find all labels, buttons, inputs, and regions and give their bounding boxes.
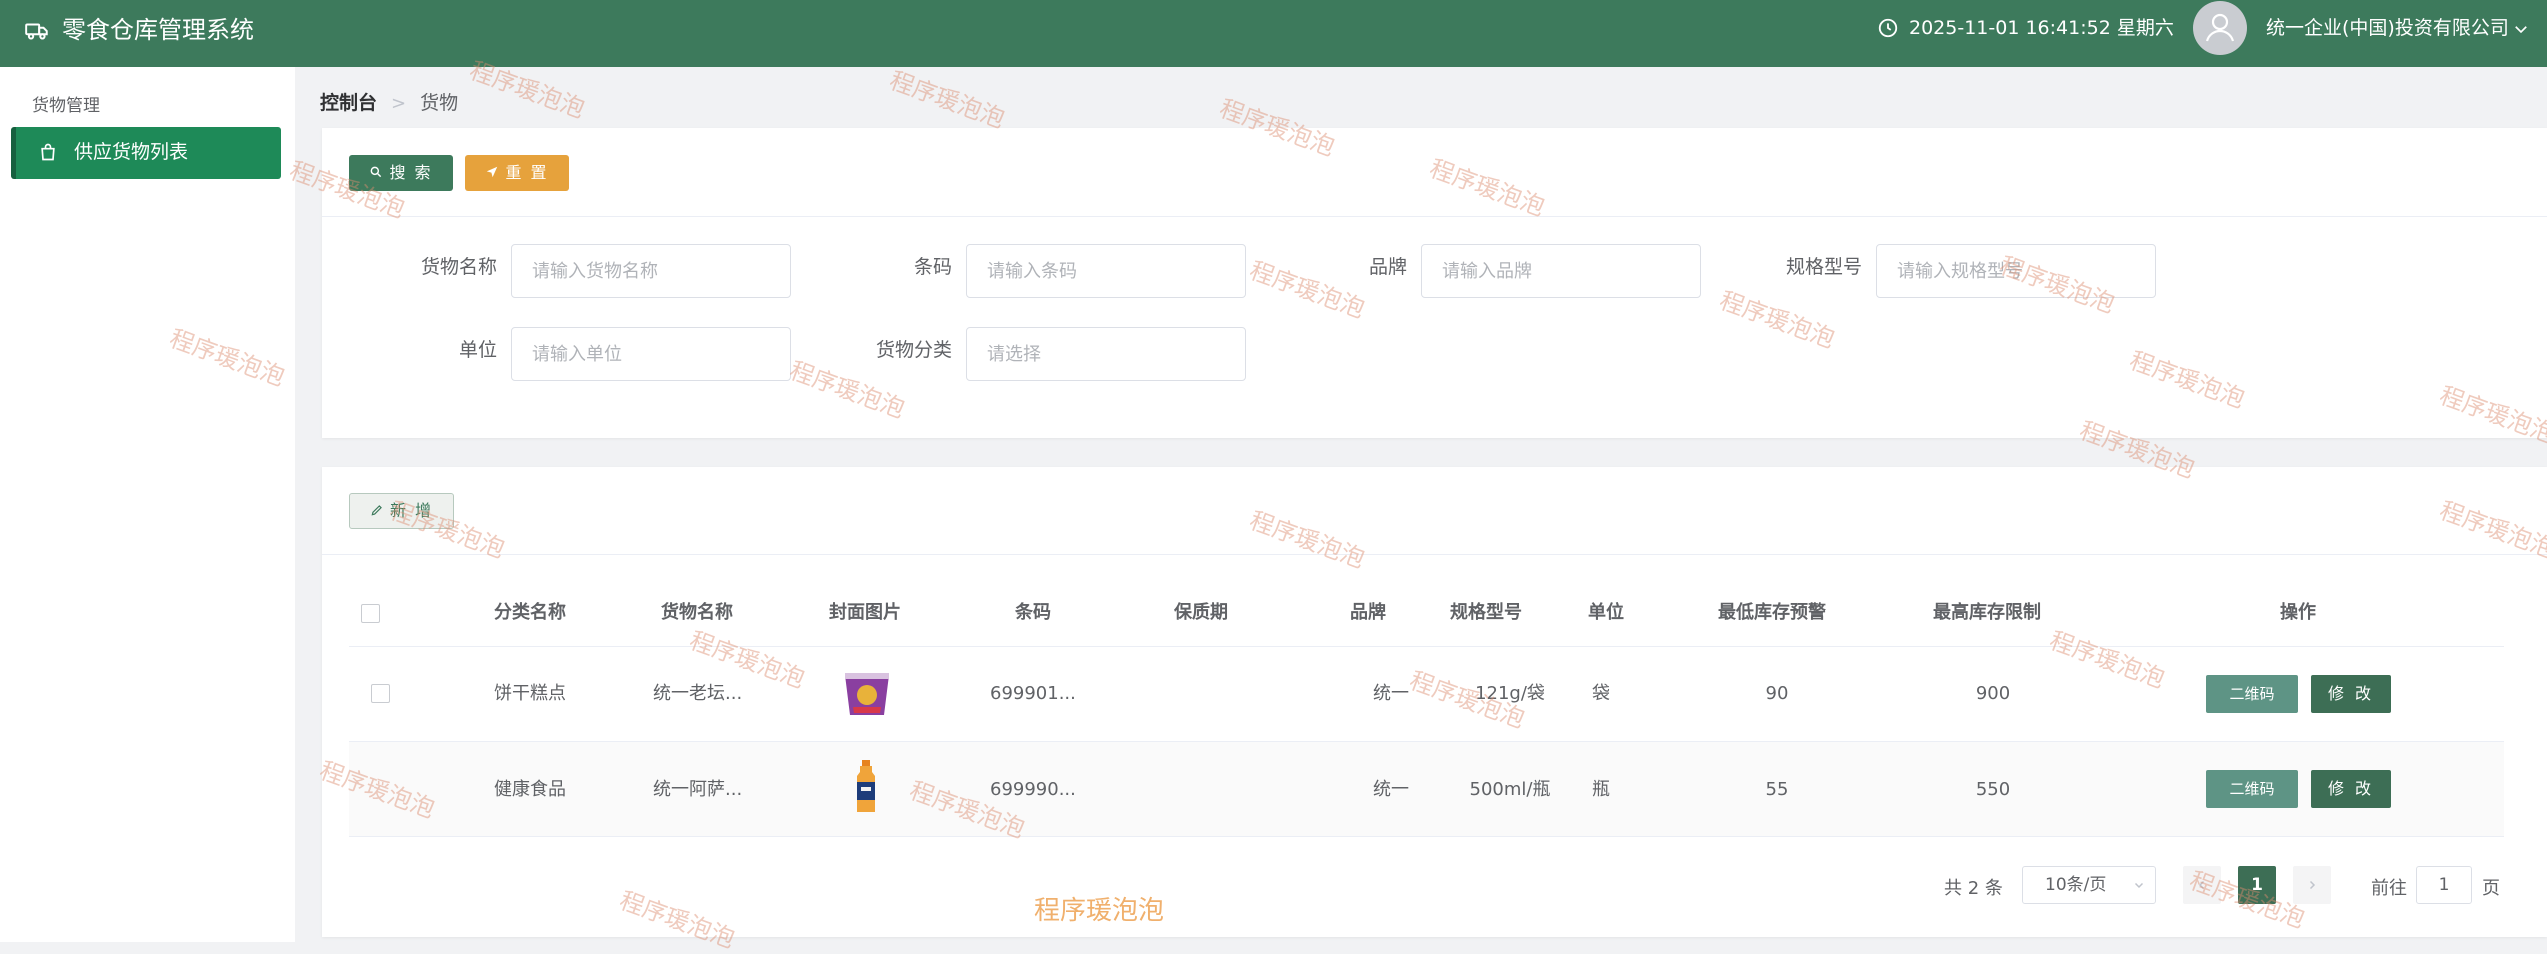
reset-button[interactable]: 重 置 — [465, 155, 569, 191]
cell-spec: 121g/袋 — [1475, 683, 1545, 704]
filter-name-label: 货物名称 — [420, 256, 497, 278]
cup-noodle-image — [845, 673, 889, 715]
table-card: 新 增 分类名称 货物名称 封面图片 条码 保质期 品牌 规格型号 单位 最低库… — [322, 467, 2547, 937]
cell-category: 饼干糕点 — [494, 683, 566, 704]
sidebar-item-label: 供应货物列表 — [74, 141, 189, 163]
sidebar-item-supply-goods[interactable]: 供应货物列表 — [11, 127, 281, 179]
cell-unit: 袋 — [1592, 683, 1610, 704]
breadcrumb-current: 货物 — [420, 92, 459, 114]
col-header-barcode: 条码 — [1015, 602, 1051, 623]
goto-page-input[interactable]: 1 — [2416, 866, 2472, 904]
qrcode-button[interactable]: 二维码 — [2206, 675, 2298, 713]
breadcrumb-home[interactable]: 控制台 — [320, 92, 377, 114]
row-divider — [349, 836, 2504, 837]
col-header-category: 分类名称 — [494, 602, 566, 623]
cell-brand: 统一 — [1373, 779, 1409, 800]
clock-icon — [1878, 18, 1898, 38]
page-number-current[interactable]: 1 — [2238, 866, 2276, 904]
chevron-down-icon — [2134, 882, 2144, 889]
app-title: 零食仓库管理系统 — [62, 16, 254, 44]
cell-category: 健康食品 — [494, 779, 566, 800]
col-header-image: 封面图片 — [829, 602, 901, 623]
company-name[interactable]: 统一企业(中国)投资有限公司 — [2266, 14, 2509, 42]
page-size-value: 10条/页 — [2045, 875, 2107, 895]
col-header-max-stock: 最高库存限制 — [1933, 602, 2041, 623]
brand-input[interactable] — [1421, 244, 1701, 298]
col-header-brand: 品牌 — [1350, 602, 1386, 623]
user-icon — [2205, 13, 2235, 42]
search-card: 搜 索 重 置 货物名称 条码 品牌 规格型号 单位 货物分类 — [322, 128, 2547, 438]
page-size-select[interactable]: 10条/页 — [2022, 866, 2156, 904]
chevron-down-icon[interactable] — [2512, 20, 2530, 38]
cell-max-stock: 550 — [1975, 779, 2011, 800]
col-header-min-stock: 最低库存预警 — [1718, 602, 1826, 623]
cell-spec: 500ml/瓶 — [1469, 779, 1551, 800]
filter-category-label: 货物分类 — [875, 339, 952, 361]
cell-unit: 瓶 — [1592, 779, 1610, 800]
col-header-actions: 操作 — [2280, 602, 2316, 623]
chevron-right-icon — [2309, 880, 2316, 890]
pagination-total: 共 2 条 — [1944, 878, 2003, 899]
breadcrumb-separator: > — [391, 93, 407, 114]
cell-barcode: 699901... — [990, 683, 1076, 704]
select-all-checkbox[interactable] — [361, 604, 380, 623]
col-header-unit: 单位 — [1588, 602, 1624, 623]
divider — [322, 554, 2547, 555]
col-header-shelf-life: 保质期 — [1174, 602, 1228, 623]
filter-unit-label: 单位 — [458, 339, 497, 361]
avatar[interactable] — [2193, 1, 2247, 55]
watermark-text: 程序瑗泡泡 — [885, 66, 1009, 134]
add-button-label: 新 增 — [389, 501, 434, 520]
reset-button-label: 重 置 — [505, 163, 549, 182]
search-button[interactable]: 搜 索 — [349, 155, 453, 191]
edit-button[interactable]: 修 改 — [2311, 675, 2391, 713]
prev-page-button[interactable] — [2183, 866, 2221, 904]
divider — [322, 216, 2547, 217]
filter-spec-label: 规格型号 — [1785, 256, 1862, 278]
barcode-input[interactable] — [966, 244, 1246, 298]
send-icon — [487, 166, 498, 178]
cell-name: 统一老坛... — [653, 683, 743, 704]
cell-name: 统一阿萨... — [653, 779, 743, 800]
col-header-name: 货物名称 — [661, 602, 733, 623]
add-button[interactable]: 新 增 — [349, 493, 454, 529]
category-select[interactable] — [966, 327, 1246, 381]
cell-min-stock: 55 — [1765, 779, 1789, 800]
table-row: 健康食品 统一阿萨... 699990... 统一 500ml/瓶 瓶 55 5… — [349, 742, 2504, 836]
spec-input[interactable] — [1876, 244, 2156, 298]
table-row: 饼干糕点 统一老坛... 699901... 统一 121g/袋 袋 90 90… — [349, 647, 2504, 741]
filter-brand-label: 品牌 — [1368, 256, 1407, 278]
bottle-drink-image — [857, 760, 875, 812]
edit-icon — [371, 505, 382, 516]
unit-input[interactable] — [511, 327, 791, 381]
cell-brand: 统一 — [1373, 683, 1409, 704]
cell-max-stock: 900 — [1975, 683, 2011, 704]
top-header: 零食仓库管理系统 2025-11-01 16:41:52 星期六 统一企业(中国… — [0, 0, 2547, 67]
row-checkbox[interactable] — [371, 684, 390, 703]
goto-label: 前往 — [2371, 878, 2407, 899]
filter-barcode-label: 条码 — [913, 256, 952, 278]
col-header-spec: 规格型号 — [1450, 602, 1522, 623]
truck-icon — [25, 23, 48, 40]
page-suffix: 页 — [2482, 878, 2500, 899]
sidebar: 货物管理 供应货物列表 — [0, 67, 295, 942]
edit-button[interactable]: 修 改 — [2311, 770, 2391, 808]
search-icon — [371, 166, 382, 178]
datetime-display: 2025-11-01 16:41:52 星期六 — [1909, 17, 2174, 39]
cell-barcode: 699990... — [990, 779, 1076, 800]
goods-name-input[interactable] — [511, 244, 791, 298]
next-page-button[interactable] — [2293, 866, 2331, 904]
cell-min-stock: 90 — [1765, 683, 1789, 704]
qrcode-button[interactable]: 二维码 — [2206, 770, 2298, 808]
breadcrumb: 控制台 > 货物 — [320, 90, 458, 117]
chevron-left-icon — [2198, 880, 2205, 890]
shopping-bag-icon — [41, 143, 55, 161]
search-button-label: 搜 索 — [389, 163, 433, 182]
sidebar-group-label: 货物管理 — [32, 96, 100, 116]
